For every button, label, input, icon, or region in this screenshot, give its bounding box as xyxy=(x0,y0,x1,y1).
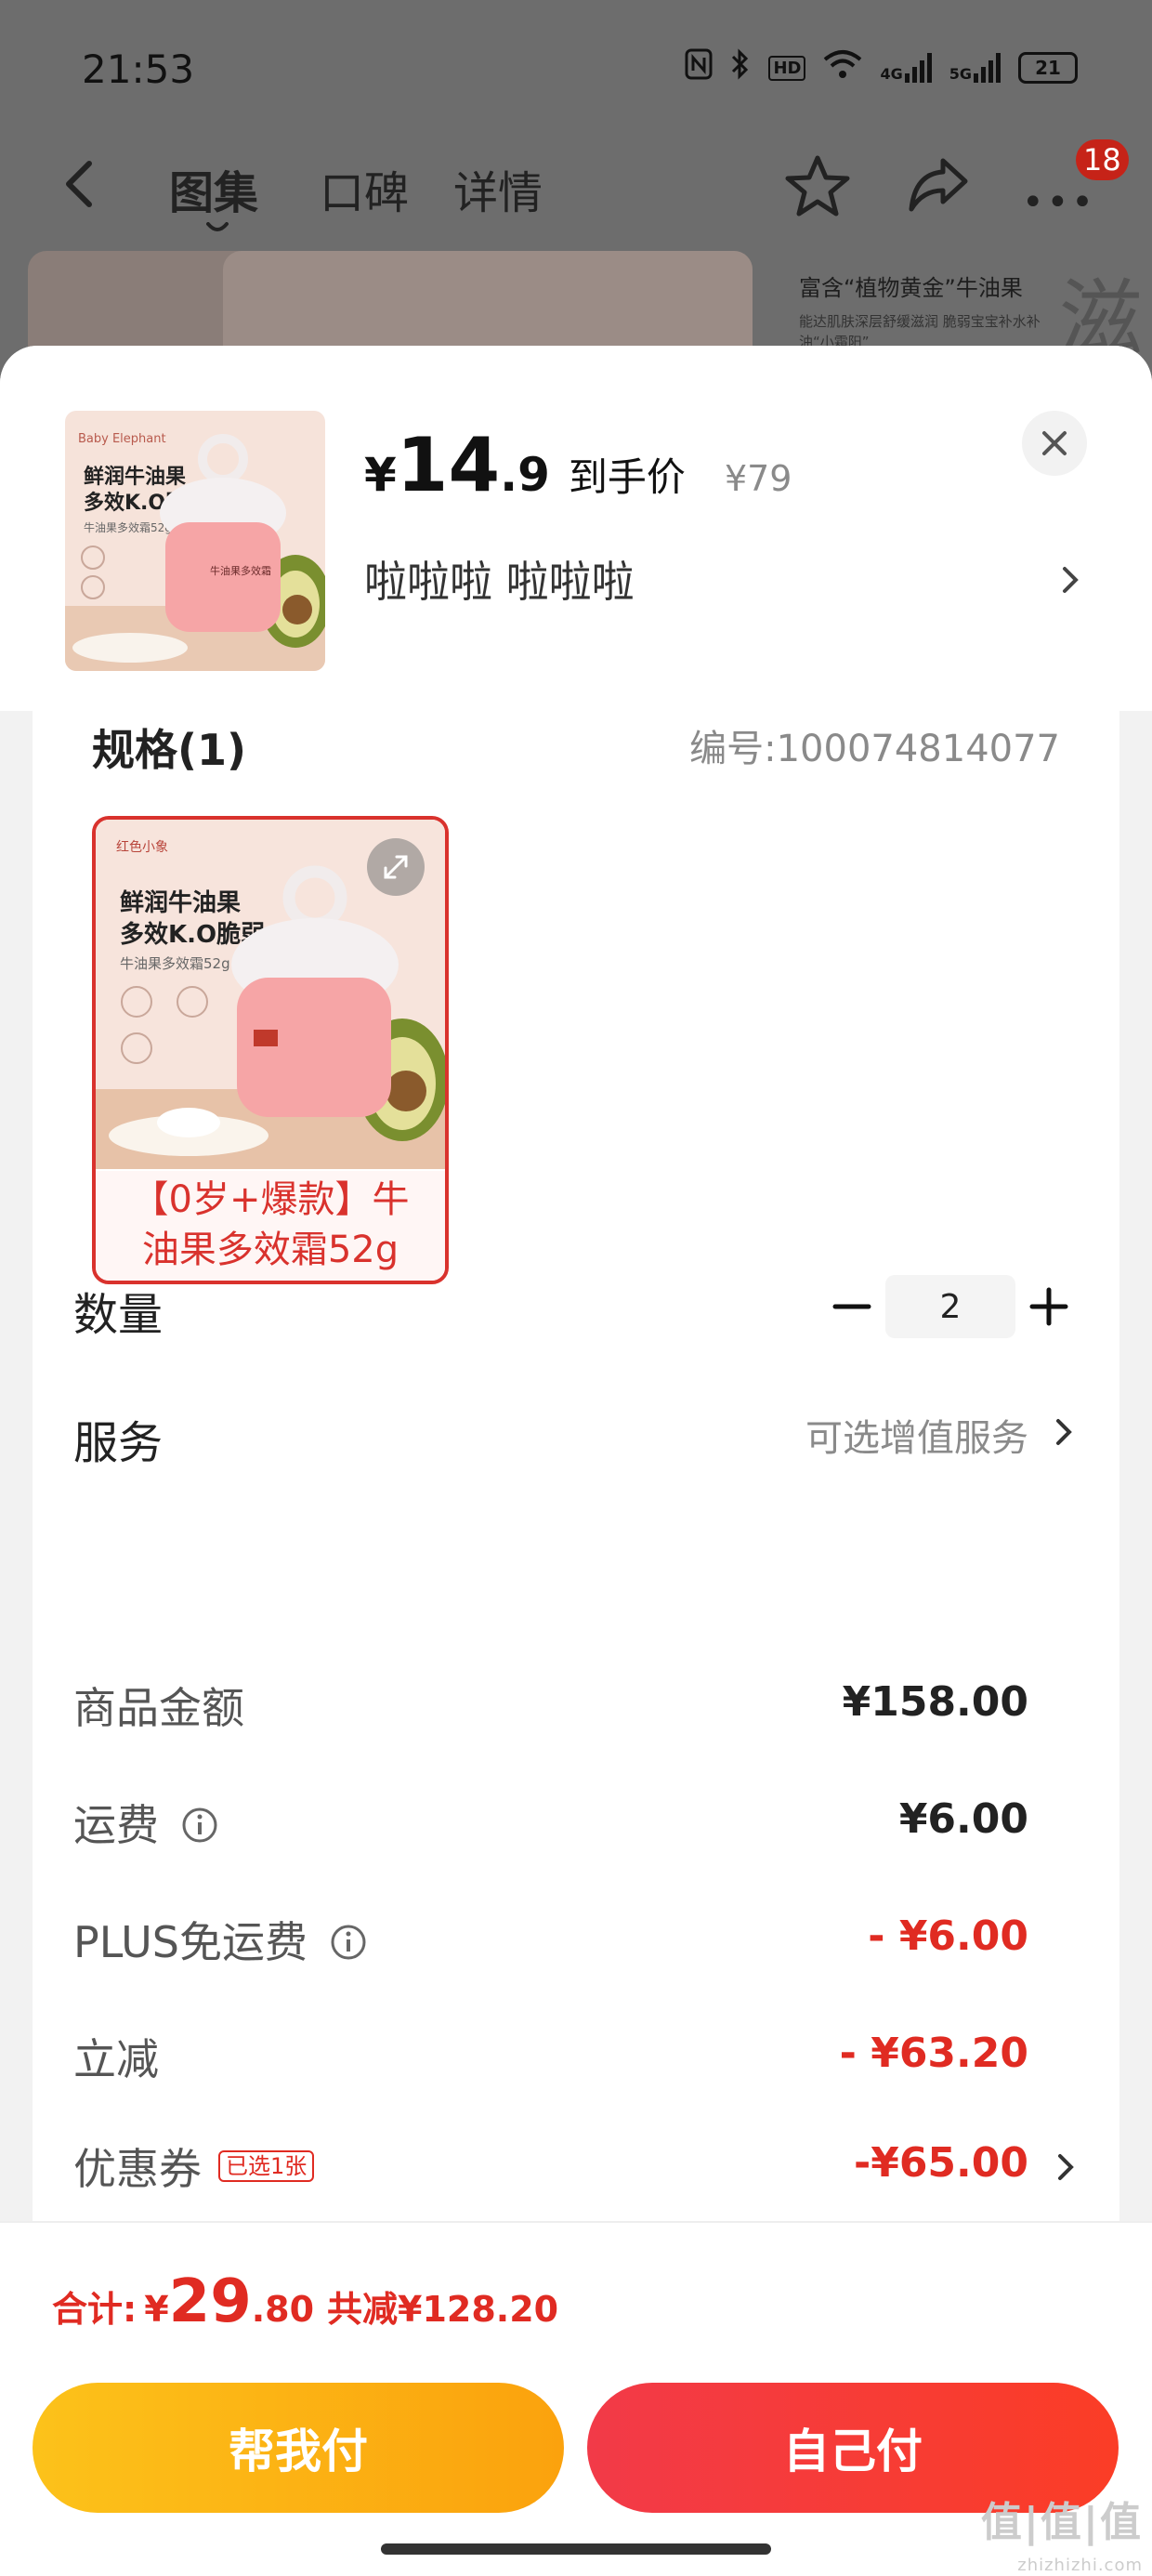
action-buttons: 帮我付 自己付 值|值|值 zhizhizhi.com xyxy=(0,2372,1152,2576)
plus-free-shipping-value: - ¥6.00 xyxy=(868,1912,1028,1960)
fee-row-coupon[interactable]: 优惠券 已选1张 -¥65.00 xyxy=(33,2136,1119,2210)
spec-img-sub: 牛油果多效霜52g xyxy=(120,955,230,972)
thumb-sub: 牛油果多效霜52g xyxy=(84,520,172,534)
battery-icon: 21 xyxy=(1018,52,1078,84)
tab-reviews[interactable]: 口碑 xyxy=(320,156,409,221)
net-5g-label: 5G xyxy=(949,65,972,83)
service-options-link[interactable]: 可选增值服务 xyxy=(805,1408,1028,1462)
nfc-icon xyxy=(685,48,713,87)
expand-icon xyxy=(384,855,408,879)
coupon-value: -¥65.00 xyxy=(853,2139,1028,2187)
price-integer: 14 xyxy=(396,422,501,508)
info-icon[interactable] xyxy=(330,1921,367,1960)
price-line: ¥ 14 .9 到手价 ¥79 xyxy=(364,422,792,508)
sheet-header: Baby Elephant 鲜润牛油果 多效K.O脆弱 牛油果多效霜52g 牛油… xyxy=(0,346,1152,711)
minus-icon xyxy=(832,1304,871,1309)
shipping-label-text: 运费 xyxy=(73,1800,159,1850)
goods-amount-label: 商品金额 xyxy=(73,1675,244,1736)
status-bar: 21:53 HD 4G 5G 21 xyxy=(0,37,1152,102)
more-options-icon[interactable]: ••• xyxy=(1022,181,1096,224)
quantity-increase-button[interactable] xyxy=(1021,1279,1077,1334)
thumb-headline-1: 鲜润牛油果 xyxy=(84,465,186,489)
signal-4g-icon: 4G xyxy=(880,53,932,83)
watermark-mark: 值|值|值 xyxy=(980,2499,1143,2546)
back-arrow-icon[interactable] xyxy=(58,156,104,212)
total-integer: 29 xyxy=(168,2267,252,2336)
fee-row-discount: 立减 - ¥63.20 xyxy=(33,2026,1119,2100)
share-icon[interactable] xyxy=(906,153,971,215)
shipping-label: 运费 xyxy=(73,1792,218,1853)
hd-icon: HD xyxy=(768,55,806,81)
service-label: 服务 xyxy=(73,1417,164,1469)
tab-details[interactable]: 详情 xyxy=(453,156,543,221)
spec-img-brand: 红色小象 xyxy=(116,839,168,855)
spec-option[interactable]: 红色小象 鲜润牛油果 多效K.O脆弱 牛油果多效霜52g 【0岁+爆款】牛 油果… xyxy=(92,816,449,1284)
close-icon xyxy=(1042,431,1067,455)
plus-icon xyxy=(1029,1287,1068,1326)
coupon-label: 优惠券 已选1张 xyxy=(73,2136,315,2197)
shipping-value: ¥6.00 xyxy=(898,1795,1028,1843)
message-count-badge: 18 xyxy=(1076,139,1129,180)
spec-option-label-line1: 【0岁+爆款】牛 xyxy=(131,1178,410,1221)
watermark: 值|值|值 zhizhizhi.com xyxy=(981,2502,1143,2576)
sku-code: 编号:100074814077 xyxy=(689,728,1060,770)
background-headline: 富含“植物黄金”牛油果 xyxy=(799,275,1023,301)
service-chevron-right-icon[interactable] xyxy=(1053,1413,1075,1451)
goods-amount-value: ¥158.00 xyxy=(842,1678,1028,1726)
info-icon[interactable] xyxy=(181,1804,218,1843)
quantity-label: 数量 xyxy=(73,1289,164,1341)
total-bar: 合计: ¥ 29 .80 共减¥128.20 xyxy=(0,2221,1152,2372)
favorite-star-icon[interactable] xyxy=(783,153,852,218)
coupon-label-text: 优惠券 xyxy=(73,2144,202,2194)
spec-img-headline-1: 鲜润牛油果 xyxy=(120,888,241,917)
status-icons: HD 4G 5G 21 xyxy=(685,48,1078,87)
original-price: ¥79 xyxy=(724,458,792,499)
total-line: 合计: ¥ 29 .80 共减¥128.20 xyxy=(52,2267,558,2336)
instant-discount-label: 立减 xyxy=(73,2026,159,2087)
pay-myself-button[interactable]: 自己付 xyxy=(587,2383,1119,2513)
total-label: 合计: xyxy=(52,2289,137,2330)
background-page: 富含“植物黄金”牛油果 能达肌肤深层舒缓滋润 脆弱宝宝补水补油“小霜阳” 滋 2… xyxy=(0,0,1152,390)
spec-section-title: 规格(1) xyxy=(92,725,247,775)
tab-active-indicator xyxy=(206,219,229,231)
instant-discount-value: - ¥63.20 xyxy=(839,2030,1028,2077)
goods-amount-label-text: 商品金额 xyxy=(73,1683,244,1733)
plus-free-shipping-label-text: PLUS免运费 xyxy=(73,1917,308,1967)
price-decimal: .9 xyxy=(500,448,550,502)
fee-row-goods: 商品金额 ¥158.00 xyxy=(33,1675,1119,1749)
fee-breakdown-card: 商品金额 ¥158.00 运费 ¥6.00 PLUS免运费 - ¥6.00 立减 xyxy=(33,1610,1119,2260)
price-symbol: ¥ xyxy=(364,448,397,502)
spec-option-label-line2: 油果多效霜52g xyxy=(141,1229,399,1271)
bluetooth-icon xyxy=(729,48,752,87)
close-button[interactable] xyxy=(1022,411,1087,476)
net-4g-label: 4G xyxy=(880,65,903,83)
home-indicator[interactable] xyxy=(381,2543,771,2555)
help-me-pay-button[interactable]: 帮我付 xyxy=(33,2383,564,2513)
total-decimal: .80 xyxy=(251,2289,315,2330)
quantity-stepper-value[interactable]: 2 xyxy=(885,1275,1015,1338)
watermark-site: zhizhizhi.com xyxy=(1017,2556,1143,2575)
plus-free-shipping-label: PLUS免运费 xyxy=(73,1909,367,1970)
total-symbol: ¥ xyxy=(144,2289,169,2330)
wifi-icon xyxy=(822,48,863,87)
fee-row-shipping: 运费 ¥6.00 xyxy=(33,1792,1119,1866)
price-label: 到手价 xyxy=(568,454,686,500)
top-nav: 图集 口碑 详情 ••• 18 xyxy=(0,139,1152,242)
instant-discount-label-text: 立减 xyxy=(73,2034,159,2084)
total-savings: 共减¥128.20 xyxy=(327,2289,559,2330)
quantity-decrease-button[interactable] xyxy=(824,1279,880,1334)
thumb-brand: Baby Elephant xyxy=(78,432,166,446)
product-thumbnail: Baby Elephant 鲜润牛油果 多效K.O脆弱 牛油果多效霜52g 牛油… xyxy=(65,411,325,671)
signal-5g-icon: 5G xyxy=(949,53,1001,83)
spec-option-label: 【0岁+爆款】牛 油果多效霜52g xyxy=(96,1171,445,1281)
fee-row-plus: PLUS免运费 - ¥6.00 xyxy=(33,1909,1119,1983)
expand-image-button[interactable] xyxy=(367,838,425,896)
coupon-chevron-right-icon[interactable] xyxy=(1054,2149,1077,2186)
chevron-right-icon[interactable] xyxy=(1059,561,1081,598)
status-time: 21:53 xyxy=(82,46,195,92)
selected-spec-summary[interactable]: 啦啦啦 啦啦啦 xyxy=(364,548,635,610)
tab-gallery[interactable]: 图集 xyxy=(169,156,258,221)
thumb-jar-label: 牛油果多效霜 xyxy=(210,564,271,577)
coupon-selected-badge: 已选1张 xyxy=(218,2150,315,2182)
